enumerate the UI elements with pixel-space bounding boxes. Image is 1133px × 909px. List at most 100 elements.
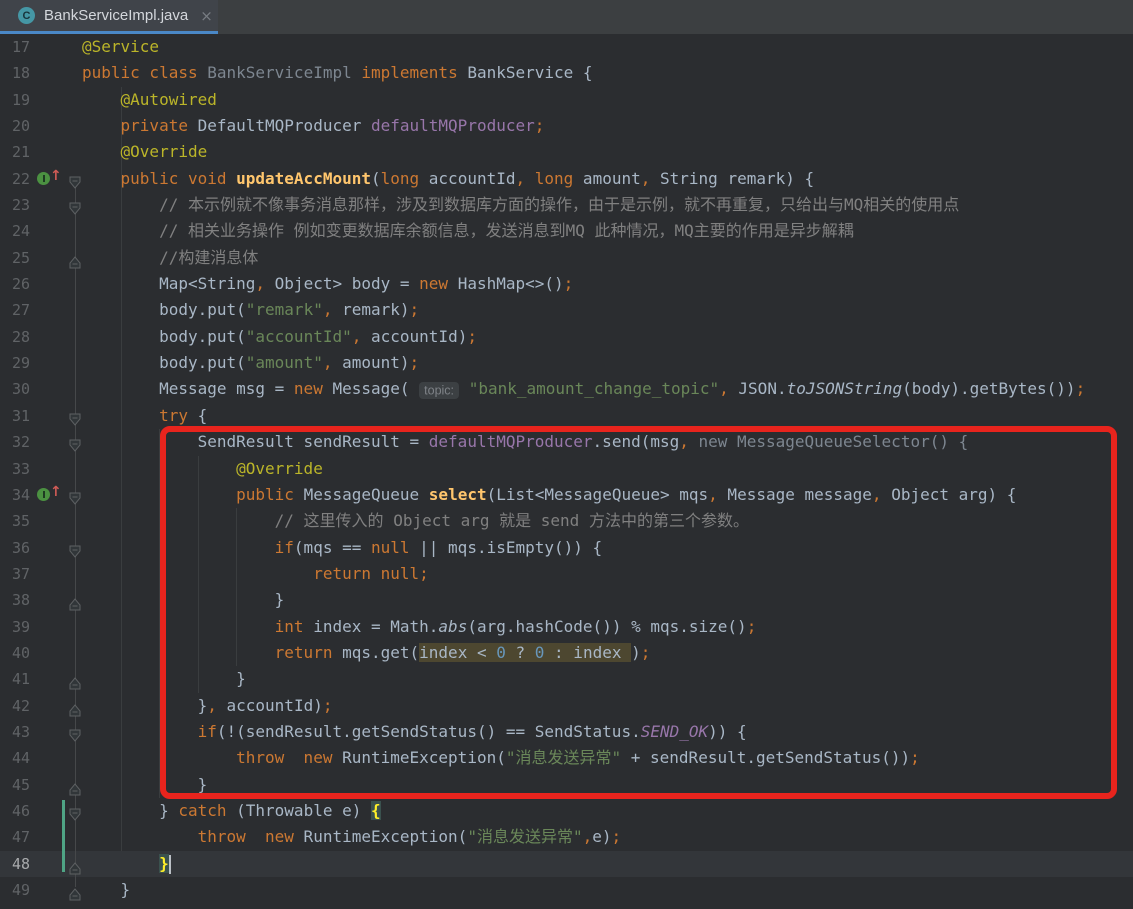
code-line[interactable]: 28 body.put("accountId", accountId);: [0, 324, 1133, 350]
code-line-text[interactable]: public void updateAccMount(long accountI…: [82, 166, 814, 192]
code-line[interactable]: 46 } catch (Throwable e) {: [0, 798, 1133, 824]
code-line[interactable]: 42 }, accountId);: [0, 693, 1133, 719]
code-line[interactable]: 26 Map<String, Object> body = new HashMa…: [0, 271, 1133, 297]
code-line-text[interactable]: private DefaultMQProducer defaultMQProdu…: [82, 113, 544, 139]
code-line-text[interactable]: }, accountId);: [82, 693, 332, 719]
code-line[interactable]: 44 throw new RuntimeException("消息发送异常" +…: [0, 745, 1133, 771]
code-line[interactable]: 36 if(mqs == null || mqs.isEmpty()) {: [0, 535, 1133, 561]
code-line[interactable]: 18 public class BankServiceImpl implement…: [0, 60, 1133, 86]
fold-up-icon[interactable]: [69, 778, 81, 792]
code-line-text[interactable]: SendResult sendResult = defaultMQProduce…: [82, 429, 968, 455]
code-line-text[interactable]: public class BankServiceImpl implements …: [82, 60, 593, 86]
overrides-method-icon[interactable]: ↑: [37, 171, 61, 187]
code-line-text[interactable]: @Override: [82, 456, 323, 482]
close-tab-icon[interactable]: ×: [200, 7, 213, 25]
code-line-text[interactable]: }: [82, 851, 169, 877]
code-line-text[interactable]: public MessageQueue select(List<MessageQ…: [82, 482, 1016, 508]
code-line[interactable]: 32 SendResult sendResult = defaultMQProd…: [0, 429, 1133, 455]
code-line[interactable]: 19 @Autowired: [0, 87, 1133, 113]
code-line[interactable]: 20 private DefaultMQProducer defaultMQPr…: [0, 113, 1133, 139]
code-line[interactable]: 43 if(!(sendResult.getSendStatus() == Se…: [0, 719, 1133, 745]
code-line-text[interactable]: return mqs.get(index < 0 ? 0 : index );: [82, 640, 650, 666]
code-line-text[interactable]: }: [82, 877, 130, 903]
code-line[interactable]: 30 Message msg = new Message( topic: "ba…: [0, 376, 1133, 402]
line-number: 31: [12, 403, 30, 429]
code-line[interactable]: 37 return null;: [0, 561, 1133, 587]
line-number: 38: [12, 587, 30, 613]
code-line[interactable]: 38 }: [0, 587, 1133, 613]
code-line[interactable]: 22 ↑ public void updateAccMount(long acco…: [0, 166, 1133, 192]
fold-down-icon[interactable]: [69, 488, 81, 502]
fold-up-icon[interactable]: [69, 251, 81, 265]
line-number: 37: [12, 561, 30, 587]
fold-up-icon[interactable]: [69, 593, 81, 607]
line-number: 19: [12, 87, 30, 113]
code-line[interactable]: 48 }: [0, 851, 1133, 877]
line-number: 18: [12, 60, 30, 86]
editor-tab-bar: C BankServiceImpl.java ×: [0, 0, 1133, 34]
code-line-text[interactable]: body.put("amount", amount);: [82, 350, 419, 376]
line-number: 47: [12, 824, 30, 850]
fold-down-icon[interactable]: [69, 198, 81, 212]
code-line[interactable]: 31 try {: [0, 403, 1133, 429]
code-line[interactable]: 23 // 本示例就不像事务消息那样，涉及到数据库方面的操作，由于是示例，就不再…: [0, 192, 1133, 218]
code-line-text[interactable]: int index = Math.abs(arg.hashCode()) % m…: [82, 614, 756, 640]
code-line[interactable]: 25 //构建消息体: [0, 245, 1133, 271]
line-number: 25: [12, 245, 30, 271]
code-line[interactable]: 41 }: [0, 666, 1133, 692]
code-line-text[interactable]: body.put("remark", remark);: [82, 297, 419, 323]
code-line-text[interactable]: //构建消息体: [82, 245, 258, 271]
code-line[interactable]: 21 @Override: [0, 139, 1133, 165]
code-line-text[interactable]: @Service: [82, 34, 159, 60]
code-line-text[interactable]: }: [82, 772, 207, 798]
fold-up-icon[interactable]: [69, 857, 81, 871]
code-line-text[interactable]: return null;: [82, 561, 429, 587]
code-line-text[interactable]: // 本示例就不像事务消息那样，涉及到数据库方面的操作，由于是示例，就不再重复，…: [82, 192, 959, 218]
line-number: 32: [12, 429, 30, 455]
fold-down-icon[interactable]: [69, 409, 81, 423]
code-line[interactable]: 40 return mqs.get(index < 0 ? 0 : index …: [0, 640, 1133, 666]
code-line-text[interactable]: if(mqs == null || mqs.isEmpty()) {: [82, 535, 602, 561]
tab-bankserviceimpl[interactable]: C BankServiceImpl.java ×: [0, 0, 218, 31]
code-line[interactable]: 33 @Override: [0, 456, 1133, 482]
code-line[interactable]: 29 body.put("amount", amount);: [0, 350, 1133, 376]
fold-down-icon[interactable]: [69, 435, 81, 449]
code-line-text[interactable]: throw new RuntimeException("消息发送异常" + se…: [82, 745, 920, 771]
line-number: 23: [12, 192, 30, 218]
code-line[interactable]: 27 body.put("remark", remark);: [0, 297, 1133, 323]
line-number: 22: [12, 166, 30, 192]
code-line[interactable]: 45 }: [0, 772, 1133, 798]
java-class-icon: C: [18, 7, 35, 24]
fold-up-icon[interactable]: [69, 699, 81, 713]
fold-up-icon[interactable]: [69, 883, 81, 897]
fold-down-icon[interactable]: [69, 541, 81, 555]
code-line[interactable]: 34↑ public MessageQueue select(List<Mess…: [0, 482, 1133, 508]
code-line-text[interactable]: @Autowired: [82, 87, 217, 113]
code-line-text[interactable]: // 这里传入的 Object arg 就是 send 方法中的第三个参数。: [82, 508, 749, 534]
fold-down-icon[interactable]: [69, 725, 81, 739]
fold-up-icon[interactable]: [69, 672, 81, 686]
code-line-text[interactable]: throw new RuntimeException("消息发送异常",e);: [82, 824, 621, 850]
code-line[interactable]: 17@Service: [0, 34, 1133, 60]
code-line[interactable]: 39 int index = Math.abs(arg.hashCode()) …: [0, 614, 1133, 640]
code-line-text[interactable]: }: [82, 666, 246, 692]
code-line[interactable]: 49 }: [0, 877, 1133, 903]
code-line-text[interactable]: @Override: [82, 139, 207, 165]
code-line-text[interactable]: }: [82, 587, 284, 613]
fold-down-icon[interactable]: [69, 172, 81, 186]
code-line[interactable]: 35 // 这里传入的 Object arg 就是 send 方法中的第三个参数…: [0, 508, 1133, 534]
code-line[interactable]: 24 // 相关业务操作 例如变更数据库余额信息，发送消息到MQ 此种情况，MQ…: [0, 218, 1133, 244]
code-line-text[interactable]: Map<String, Object> body = new HashMap<>…: [82, 271, 573, 297]
code-line-text[interactable]: // 相关业务操作 例如变更数据库余额信息，发送消息到MQ 此种情况，MQ主要的…: [82, 218, 854, 244]
code-line[interactable]: 47 throw new RuntimeException("消息发送异常",e…: [0, 824, 1133, 850]
fold-down-icon[interactable]: [69, 804, 81, 818]
code-line-text[interactable]: body.put("accountId", accountId);: [82, 324, 477, 350]
code-line-text[interactable]: Message msg = new Message( topic: "bank_…: [82, 376, 1085, 403]
code-editor[interactable]: 17@Service18 public class BankServiceImpl…: [0, 34, 1133, 904]
code-line-text[interactable]: } catch (Throwable e) {: [82, 798, 381, 824]
code-line-text[interactable]: try {: [82, 403, 207, 429]
code-lines: 17@Service18 public class BankServiceImpl…: [0, 34, 1133, 903]
vcs-change-marker: [62, 800, 65, 872]
code-line-text[interactable]: if(!(sendResult.getSendStatus() == SendS…: [82, 719, 747, 745]
overrides-method-icon[interactable]: ↑: [37, 487, 61, 503]
